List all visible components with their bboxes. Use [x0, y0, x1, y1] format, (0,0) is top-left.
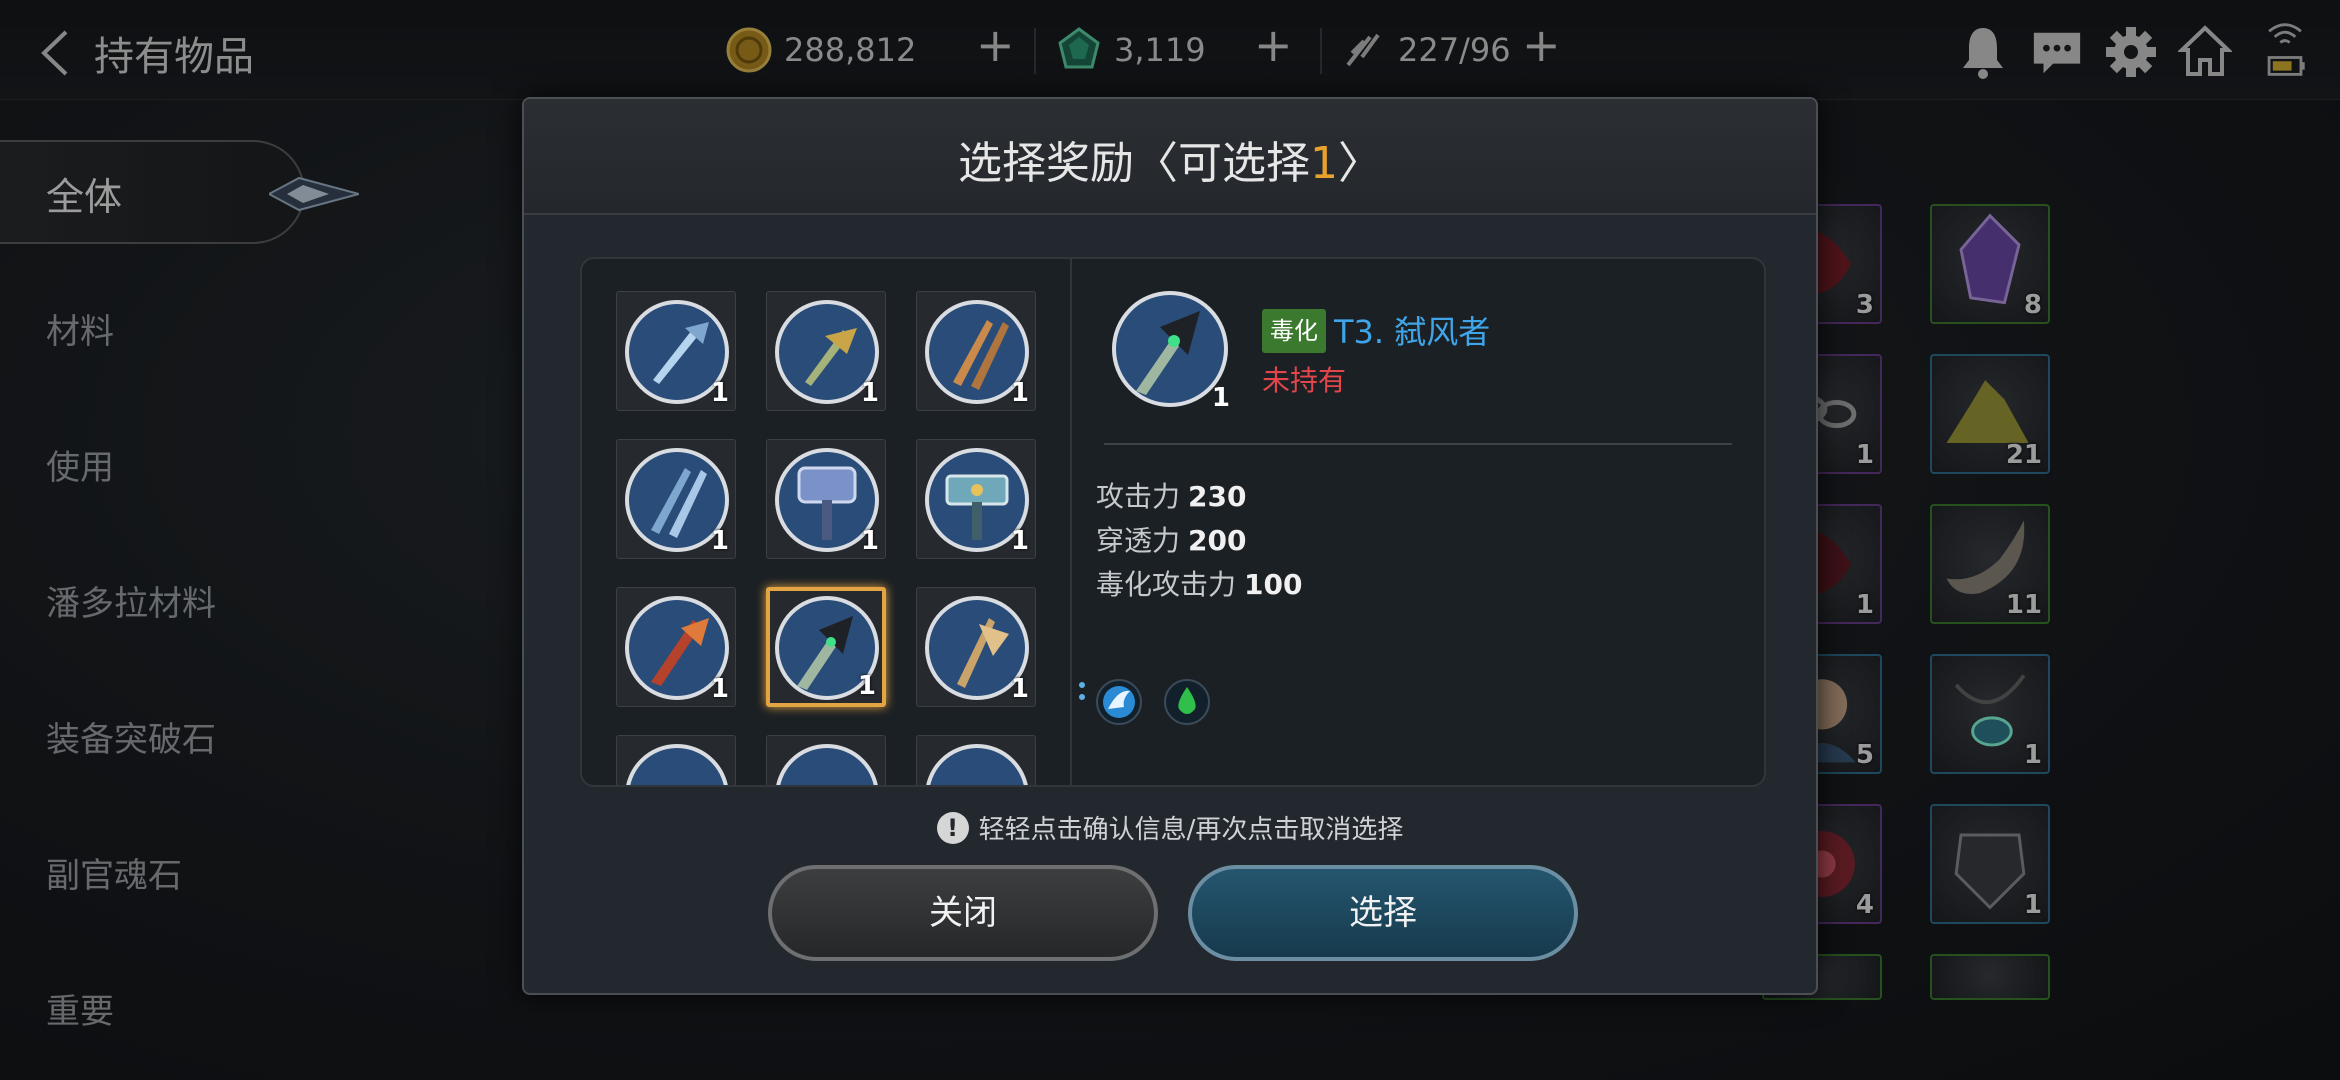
stat-row: 毒化攻击力 100 [1096, 568, 1303, 601]
stat-row: 攻击力 230 [1096, 480, 1247, 513]
owned-status: 未持有 [1262, 364, 1347, 397]
element-tag: 毒化 [1262, 309, 1326, 353]
item-name: T3. 弑风者 [1334, 313, 1491, 351]
detail-item-icon: 1 [1108, 287, 1232, 413]
page-dots-icon [1079, 682, 1085, 700]
reward-slot[interactable] [916, 735, 1036, 785]
reward-slot[interactable]: 1 [616, 439, 736, 559]
select-button[interactable]: 选择 [1188, 865, 1578, 961]
reward-slot[interactable]: 1 [616, 291, 736, 411]
reward-slot[interactable] [616, 735, 736, 785]
reward-grid[interactable]: 1 1 1 1 1 1 1 1 1 [582, 259, 1072, 785]
reward-slot-selected[interactable]: 1 [766, 587, 886, 707]
close-button[interactable]: 关闭 [768, 865, 1158, 961]
selectable-count: 1 [1310, 138, 1338, 189]
reward-slot[interactable]: 1 [766, 439, 886, 559]
reward-detail: 1 毒化 T3. 弑风者 未持有 攻击力 230 穿透力 200 毒化攻击力 100 [1072, 259, 1764, 785]
divider [1104, 443, 1732, 445]
partial-icon [776, 744, 878, 785]
wing-skill-icon[interactable] [1094, 677, 1144, 727]
reward-slot[interactable]: 1 [916, 291, 1036, 411]
reward-slot[interactable] [766, 735, 886, 785]
reward-panel: 1 1 1 1 1 1 1 1 1 1 毒化 T3. 弑风者 未持有 攻击力 2… [580, 257, 1766, 787]
reward-slot[interactable]: 1 [616, 587, 736, 707]
reward-slot[interactable]: 1 [916, 587, 1036, 707]
poison-drop-icon[interactable] [1162, 677, 1212, 727]
reward-slot[interactable]: 1 [766, 291, 886, 411]
dialog-header: 选择奖励〈可选择1〉 [524, 99, 1816, 215]
partial-icon [626, 744, 728, 785]
reward-select-dialog: 选择奖励〈可选择1〉 1 1 1 1 1 1 1 1 1 1 毒化 T3. 弑风… [522, 97, 1818, 995]
partial-icon [926, 744, 1028, 785]
reward-slot[interactable]: 1 [916, 439, 1036, 559]
dialog-title: 选择奖励〈可选择1〉 [958, 138, 1382, 189]
exclamation-icon: ! [936, 811, 969, 844]
stat-row: 穿透力 200 [1096, 524, 1247, 557]
selection-hint: ! 轻轻点击确认信息/再次点击取消选择 [524, 809, 1816, 846]
